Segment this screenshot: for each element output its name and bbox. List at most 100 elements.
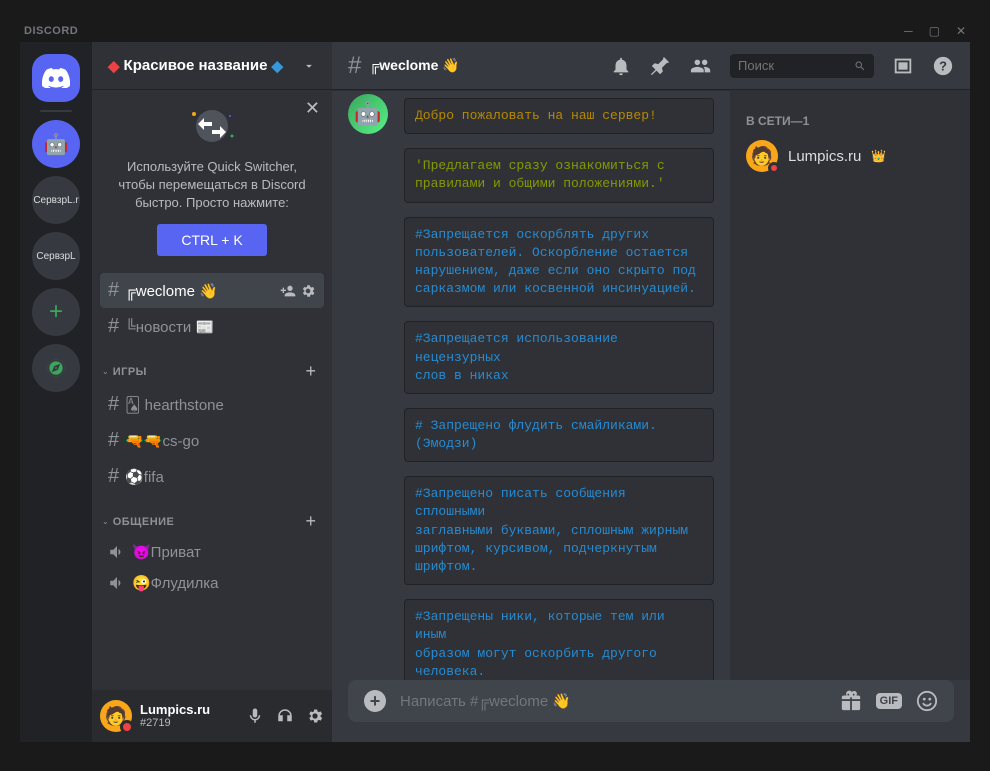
hash-icon: #: [108, 465, 119, 488]
compose-box[interactable]: + Написать #╔weclome 👋 GIF: [348, 680, 954, 722]
member-item[interactable]: 🧑 Lumpics.ru 👑: [738, 136, 962, 176]
members-icon[interactable]: [690, 55, 712, 77]
pin-icon[interactable]: [650, 55, 672, 77]
compose-placeholder[interactable]: Написать #╔weclome 👋: [400, 692, 826, 710]
search-box[interactable]: [730, 54, 874, 78]
channel-label: ╚новости 📰: [125, 318, 316, 336]
category-games[interactable]: ⌄ ИГРЫ +: [100, 345, 324, 386]
message: #Запрещается оскорблять других пользоват…: [404, 217, 714, 308]
message: 'Предлагаем сразу ознакомиться с правила…: [404, 148, 714, 202]
chat-header: # ╔weclome 👋 ?: [332, 42, 970, 90]
chevron-down-icon: ⌄: [102, 517, 109, 526]
deafen-button[interactable]: [276, 707, 294, 725]
channel-label: 😈Приват: [132, 543, 316, 561]
add-channel-button[interactable]: +: [305, 361, 316, 382]
chat-title: # ╔weclome 👋: [348, 52, 602, 80]
help-icon[interactable]: ?: [932, 55, 954, 77]
discord-icon: [42, 68, 70, 88]
quick-switcher-button[interactable]: CTRL + K: [157, 224, 266, 256]
status-dnd: [120, 720, 134, 734]
add-user-icon[interactable]: [280, 283, 296, 299]
compose-icons: GIF: [840, 690, 938, 712]
message: # Запрещено флудить смайликами.(Эмодзи): [404, 408, 714, 462]
quick-switcher-panel: ✕ Используйте Quick Switcher, чтобы пере…: [92, 90, 332, 272]
inbox-icon[interactable]: [892, 55, 914, 77]
server-robot[interactable]: 🤖: [32, 120, 80, 168]
message: #Запрещается использование нецензурных с…: [404, 321, 714, 394]
channel-fifa[interactable]: # ⚽fifa: [100, 459, 324, 494]
quick-switcher-text: Используйте Quick Switcher, чтобы переме…: [108, 158, 316, 212]
user-tag: #2719: [140, 717, 238, 730]
speaker-icon: [108, 543, 126, 561]
code-block: # Запрещено флудить смайликами.(Эмодзи): [404, 408, 714, 462]
chat-body: 🤖Добро пожаловать на наш сервер!'Предлаг…: [332, 90, 970, 680]
code-block: #Запрещается оскорблять других пользоват…: [404, 217, 714, 308]
code-block: #Запрещено писать сообщения сплошными за…: [404, 476, 714, 585]
compass-icon: [46, 358, 66, 378]
channel-actions: [280, 283, 316, 299]
add-server-button[interactable]: +: [32, 288, 80, 336]
chevron-down-icon: [302, 59, 316, 73]
main: # ╔weclome 👋 ? 🤖Добро пожаловать на: [332, 42, 970, 742]
maximize-button[interactable]: ▢: [929, 24, 940, 38]
window-controls: ─ ▢ ✕: [904, 24, 966, 38]
code-block: Добро пожаловать на наш сервер!: [404, 98, 714, 134]
member-name: Lumpics.ru: [788, 148, 861, 165]
channel-news[interactable]: # ╚новости 📰: [100, 309, 324, 344]
voice-flood[interactable]: 😜Флудилка: [100, 568, 324, 598]
channel-csgo[interactable]: # 🔫🔫cs-go: [100, 423, 324, 458]
settings-button[interactable]: [306, 707, 324, 725]
explore-button[interactable]: [32, 344, 80, 392]
server-title: ◆ Красивое название ◆: [108, 57, 302, 75]
hash-icon: #: [108, 315, 119, 338]
user-info[interactable]: Lumpics.ru #2719: [140, 702, 238, 731]
minimize-button[interactable]: ─: [904, 24, 913, 38]
code-block: #Запрещается использование нецензурных с…: [404, 321, 714, 394]
avatar: 🧑: [746, 140, 778, 172]
emoji-icon[interactable]: [916, 690, 938, 712]
avatar[interactable]: 🤖: [348, 94, 388, 134]
close-button[interactable]: ✕: [956, 24, 966, 38]
channel-label: 🔫🔫cs-go: [125, 432, 316, 450]
gif-button[interactable]: GIF: [876, 693, 902, 709]
category-label: ИГРЫ: [113, 366, 306, 378]
channel-hearthstone[interactable]: # 🂡 hearthstone: [100, 387, 324, 422]
message: #Запрещены ники, которые тем или иным об…: [404, 599, 714, 680]
user-panel: 🧑 Lumpics.ru #2719: [92, 690, 332, 742]
close-icon[interactable]: ✕: [305, 98, 320, 119]
attach-button[interactable]: +: [364, 690, 386, 712]
category-chat[interactable]: ⌄ ОБЩЕНИЕ +: [100, 495, 324, 536]
bell-icon[interactable]: [610, 55, 632, 77]
swap-icon: [108, 106, 316, 146]
members-header: В СЕТИ—1: [738, 106, 962, 136]
add-channel-button[interactable]: +: [305, 511, 316, 532]
message-list: 🤖Добро пожаловать на наш сервер!'Предлаг…: [332, 90, 730, 680]
code-block: #Запрещены ники, которые тем или иным об…: [404, 599, 714, 680]
mute-button[interactable]: [246, 707, 264, 725]
channel-label: ⚽fifa: [125, 468, 316, 486]
avatar[interactable]: 🧑: [100, 700, 132, 732]
user-name: Lumpics.ru: [140, 702, 238, 718]
speaker-icon: [108, 574, 126, 592]
sidebar: ◆ Красивое название ◆ ✕ Используйте Quic…: [92, 42, 332, 742]
channel-label: ╔weclome 👋: [125, 282, 274, 300]
server-header[interactable]: ◆ Красивое название ◆: [92, 42, 332, 90]
server-abbrev-1[interactable]: СервзрL.r: [32, 176, 80, 224]
voice-private[interactable]: 😈Приват: [100, 537, 324, 567]
compose-area: + Написать #╔weclome 👋 GIF: [332, 680, 970, 742]
hash-icon: #: [348, 52, 361, 80]
status-dnd: [768, 162, 780, 174]
server-title-text: Красивое название: [124, 57, 268, 74]
gift-icon[interactable]: [840, 690, 862, 712]
titlebar: DISCORD ─ ▢ ✕: [20, 20, 970, 42]
gear-icon[interactable]: [300, 283, 316, 299]
home-button[interactable]: [32, 54, 80, 102]
message: 🤖Добро пожаловать на наш сервер!: [404, 98, 714, 134]
search-input[interactable]: [738, 58, 848, 73]
server-abbrev-2[interactable]: СервзрL: [32, 232, 80, 280]
channel-welcome[interactable]: # ╔weclome 👋: [100, 273, 324, 308]
guild-list: 🤖 СервзрL.r СервзрL +: [20, 42, 92, 742]
user-controls: [246, 707, 324, 725]
svg-text:?: ?: [939, 58, 947, 73]
chat-title-text: ╔weclome 👋: [369, 57, 459, 74]
